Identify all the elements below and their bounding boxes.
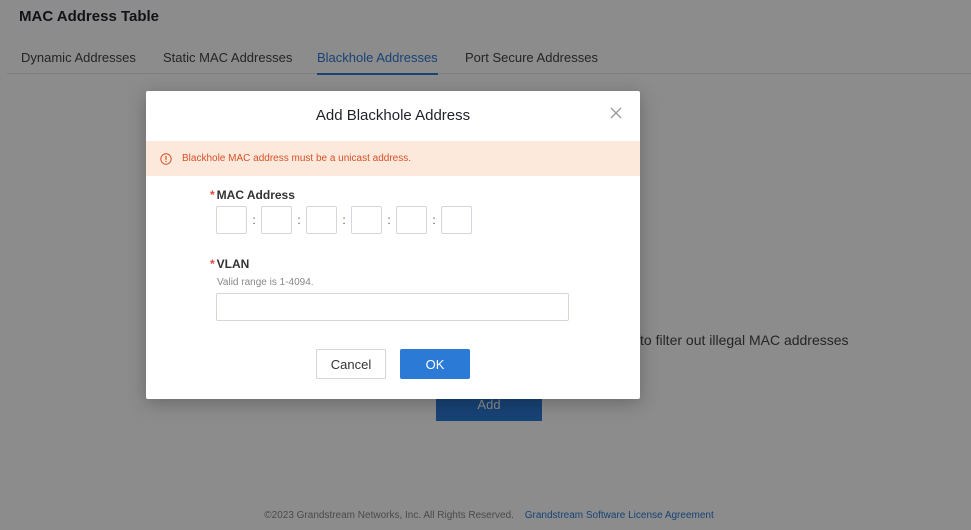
- cancel-button[interactable]: Cancel: [316, 349, 386, 379]
- required-mark: *: [210, 257, 215, 271]
- vlan-label: * VLAN: [210, 257, 250, 271]
- mac-segment-3[interactable]: [306, 206, 337, 234]
- close-icon[interactable]: [608, 105, 624, 121]
- mac-segment-1[interactable]: [216, 206, 247, 234]
- vlan-input[interactable]: [216, 293, 569, 321]
- required-mark: *: [210, 188, 215, 202]
- mac-segment-5[interactable]: [396, 206, 427, 234]
- mac-segment-6[interactable]: [441, 206, 472, 234]
- dialog-title: Add Blackhole Address: [315, 107, 471, 124]
- alert-text: Blackhole MAC address must be a unicast …: [182, 153, 411, 164]
- mac-separator: :: [432, 213, 436, 227]
- ok-button[interactable]: OK: [400, 349, 470, 379]
- mac-separator: :: [252, 213, 256, 227]
- mac-separator: :: [387, 213, 391, 227]
- mac-address-input-group: : : : : :: [216, 206, 472, 234]
- exclamation-circle-icon: [160, 152, 172, 165]
- add-blackhole-dialog: Add Blackhole Address Blackhole MAC addr…: [146, 91, 640, 399]
- mac-separator: :: [342, 213, 346, 227]
- mac-address-label: * MAC Address: [210, 188, 295, 202]
- warning-alert: Blackhole MAC address must be a unicast …: [146, 141, 640, 176]
- mac-segment-2[interactable]: [261, 206, 292, 234]
- mac-separator: :: [297, 213, 301, 227]
- vlan-hint: Valid range is 1-4094.: [217, 277, 314, 288]
- mac-segment-4[interactable]: [351, 206, 382, 234]
